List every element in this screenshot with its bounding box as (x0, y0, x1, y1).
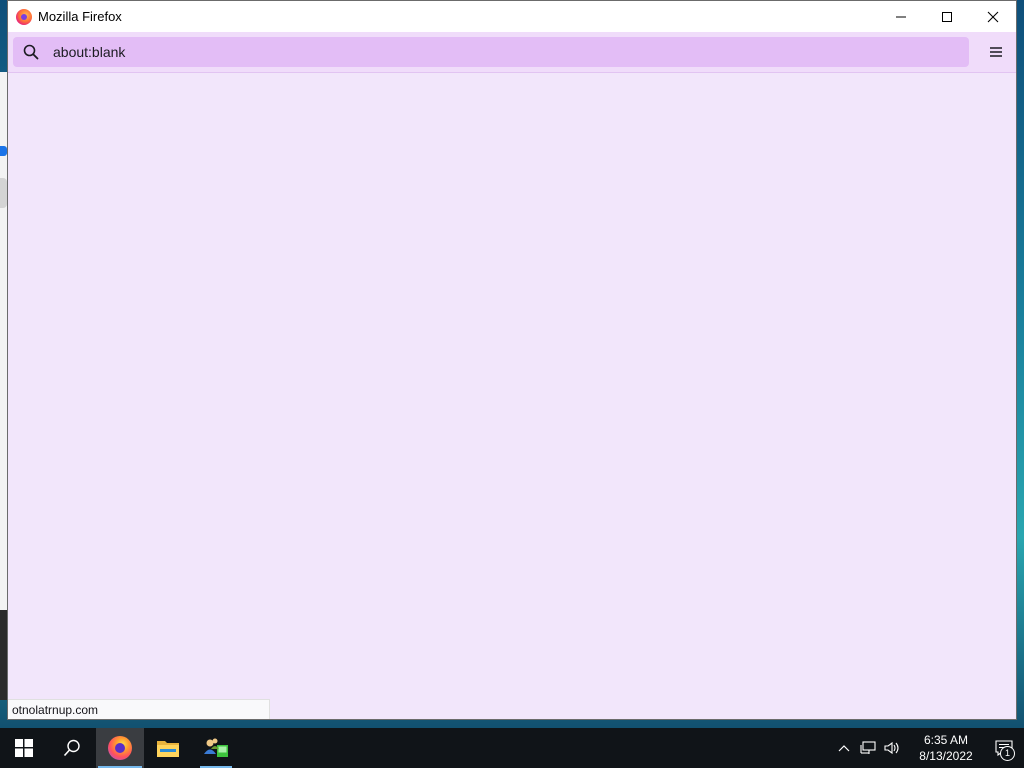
volume-icon (884, 741, 899, 755)
folder-icon (157, 741, 179, 757)
taskbar-file-explorer[interactable] (144, 728, 192, 768)
taskbar-network-app[interactable] (192, 728, 240, 768)
system-tray: 6:35 AM 8/13/2022 1 (832, 728, 1024, 768)
firefox-icon (108, 736, 132, 760)
taskbar: 6:35 AM 8/13/2022 1 (0, 728, 1024, 768)
minimize-button[interactable] (878, 1, 924, 32)
taskbar-firefox[interactable] (96, 728, 144, 768)
app-menu-button[interactable] (984, 40, 1008, 64)
firefox-window: Mozilla Firefox about:blank otnolatrnup.… (7, 0, 1017, 720)
clock-time: 6:35 AM (923, 733, 969, 747)
start-button[interactable] (0, 728, 48, 768)
navigation-toolbar: about:blank (8, 32, 1016, 73)
search-icon (23, 44, 39, 60)
maximize-button[interactable] (924, 1, 970, 32)
clock-date: 8/13/2022 (919, 749, 973, 763)
background-window-accent (0, 146, 7, 156)
background-window-element (0, 178, 7, 208)
network-users-icon (204, 738, 228, 757)
status-link-preview: otnolatrnup.com (8, 699, 270, 719)
search-icon (63, 739, 80, 757)
page-content[interactable]: otnolatrnup.com (8, 73, 1016, 719)
action-center-button[interactable]: 1 (984, 728, 1024, 768)
volume-tray-button[interactable] (880, 728, 904, 768)
desktop: Mozilla Firefox about:blank otnolatrnup.… (0, 0, 1024, 768)
firefox-icon (16, 8, 32, 25)
show-hidden-icons-button[interactable] (832, 728, 856, 768)
network-tray-button[interactable] (856, 728, 880, 768)
window-title: Mozilla Firefox (38, 9, 122, 24)
network-icon (860, 741, 876, 754)
windows-logo-icon (15, 739, 33, 757)
window-controls (878, 1, 1016, 32)
url-input[interactable]: about:blank (53, 44, 125, 60)
url-bar[interactable]: about:blank (13, 37, 969, 67)
close-button[interactable] (970, 1, 1016, 32)
close-icon (987, 11, 999, 22)
taskbar-clock[interactable]: 6:35 AM 8/13/2022 (908, 732, 984, 764)
hamburger-menu-icon (990, 47, 1002, 57)
notification-count-badge: 1 (1000, 746, 1015, 761)
taskbar-search-button[interactable] (48, 728, 96, 768)
maximize-icon (942, 11, 952, 22)
minimize-icon (896, 16, 906, 17)
chevron-up-icon (838, 745, 850, 752)
title-bar[interactable]: Mozilla Firefox (8, 1, 1016, 32)
